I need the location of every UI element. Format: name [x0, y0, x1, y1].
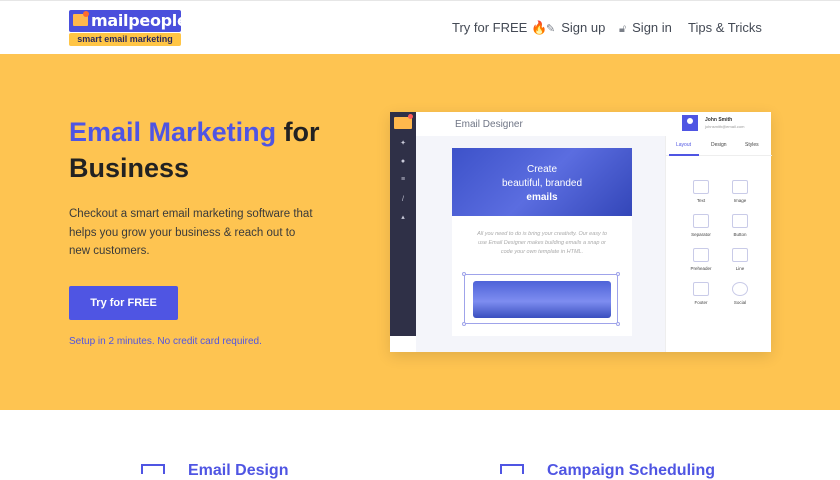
envelope-icon [73, 11, 89, 26]
logo-wordmark: mailpeople [91, 11, 188, 30]
email-hero-line-2: beautiful, branded [501, 178, 583, 189]
mock-tab-styles: Styles [745, 142, 759, 148]
feature-campaign-scheduling: Campaign Scheduling [547, 462, 716, 479]
mock-widget-preheader: Preheader [686, 248, 716, 276]
mock-email-card: Create beautiful, branded emails All you… [452, 148, 632, 336]
preheader-icon [693, 248, 709, 262]
nav-sign-up[interactable]: ✎ Sign up [546, 20, 605, 35]
nav-sign-in[interactable]: 🔓︎ Sign in [619, 20, 672, 36]
nav-tips-tricks-label: Tips & Tricks [688, 20, 762, 35]
mock-properties-panel: Layout Design Styles Text Image Separato… [665, 136, 772, 352]
magic-icon: ✦ [400, 140, 406, 147]
email-hero-line-1: Create [526, 164, 557, 175]
mock-widget-social: Social [725, 282, 755, 310]
nav-try-free-label: Try for FREE 🔥 [452, 20, 548, 35]
top-navbar: mailpeople smart email marketing Try for… [0, 0, 840, 54]
mock-sidebar: ✦ ● ≡ / ▴ [390, 112, 416, 336]
mock-user: John Smith johnsmith@email.com [682, 115, 771, 135]
widget-label: Footer [694, 300, 708, 305]
image-icon [732, 180, 748, 194]
logo-banner: mailpeople [69, 10, 188, 32]
mock-widget-image: Image [725, 180, 755, 208]
mock-tab-design: Design [711, 142, 727, 148]
footer-icon [693, 282, 709, 296]
widget-label: Line [735, 266, 745, 271]
resize-handle [616, 322, 620, 326]
avatar-icon [682, 115, 698, 131]
widget-label: Social [733, 300, 747, 305]
mock-widget-text: Text [686, 180, 716, 208]
resize-handle [616, 272, 620, 276]
mock-logo-icon [394, 114, 413, 129]
mock-user-name: John Smith [705, 117, 733, 123]
widget-label: Separator [691, 232, 711, 237]
hero-section: Email Marketing for Business Checkout a … [0, 54, 840, 410]
brush-icon: / [402, 196, 404, 203]
lock-icon: 🔓︎ [619, 23, 627, 35]
mock-email-text: All you need to do is bring your creativ… [477, 231, 607, 255]
email-hero-line-3: emails [526, 192, 558, 203]
mock-widget-footer: Footer [686, 282, 716, 310]
hero-title: Email Marketing for Business [69, 114, 369, 186]
hero-title-accent: Email Marketing [69, 117, 277, 147]
widget-label: Button [733, 232, 747, 237]
chart-icon: ▴ [401, 214, 405, 221]
mock-tab-indicator [669, 154, 699, 156]
nav-tips-tricks[interactable]: Tips & Tricks [688, 20, 762, 35]
scheduling-feature-icon [500, 464, 524, 474]
mock-user-email: johnsmith@email.com [705, 124, 745, 129]
mountain-image [473, 281, 611, 318]
mock-widget-separator: Separator [686, 214, 716, 242]
widget-label: Text [696, 198, 706, 203]
users-icon: ● [400, 158, 406, 165]
mock-email-hero: Create beautiful, branded emails [452, 148, 632, 216]
mock-widget-line: Line [725, 248, 755, 276]
resize-handle [462, 272, 466, 276]
feature-email-design: Email Design [188, 462, 289, 479]
separator-icon [693, 214, 709, 228]
nav-try-free[interactable]: Try for FREE 🔥 [452, 20, 547, 36]
list-icon: ≡ [400, 176, 406, 183]
email-designer-screenshot: ✦ ● ≡ / ▴ Email Designer John Smith john… [390, 112, 772, 352]
social-icon [732, 282, 748, 296]
pencil-icon: ✎ [546, 23, 556, 35]
design-feature-icon [141, 464, 165, 474]
cta-note: Setup in 2 minutes. No credit card requi… [69, 336, 262, 347]
widget-label: Image [733, 198, 747, 203]
text-icon [693, 180, 709, 194]
mock-tab-layout: Layout [676, 142, 692, 148]
line-icon [732, 248, 748, 262]
nav-sign-up-label: Sign up [561, 20, 606, 35]
logo-tagline: smart email marketing [69, 33, 181, 46]
hero-description: Checkout a smart email marketing softwar… [69, 208, 313, 257]
mock-widget-button: Button [725, 214, 755, 242]
mailpeople-logo[interactable]: mailpeople smart email marketing [69, 10, 188, 46]
mock-email-image-frame [462, 272, 620, 326]
button-icon [732, 214, 748, 228]
nav-sign-in-label: Sign in [632, 20, 672, 35]
widget-label: Preheader [690, 266, 712, 271]
mock-title: Email Designer [455, 119, 523, 130]
try-free-button[interactable]: Try for FREE [69, 286, 178, 320]
resize-handle [462, 322, 466, 326]
